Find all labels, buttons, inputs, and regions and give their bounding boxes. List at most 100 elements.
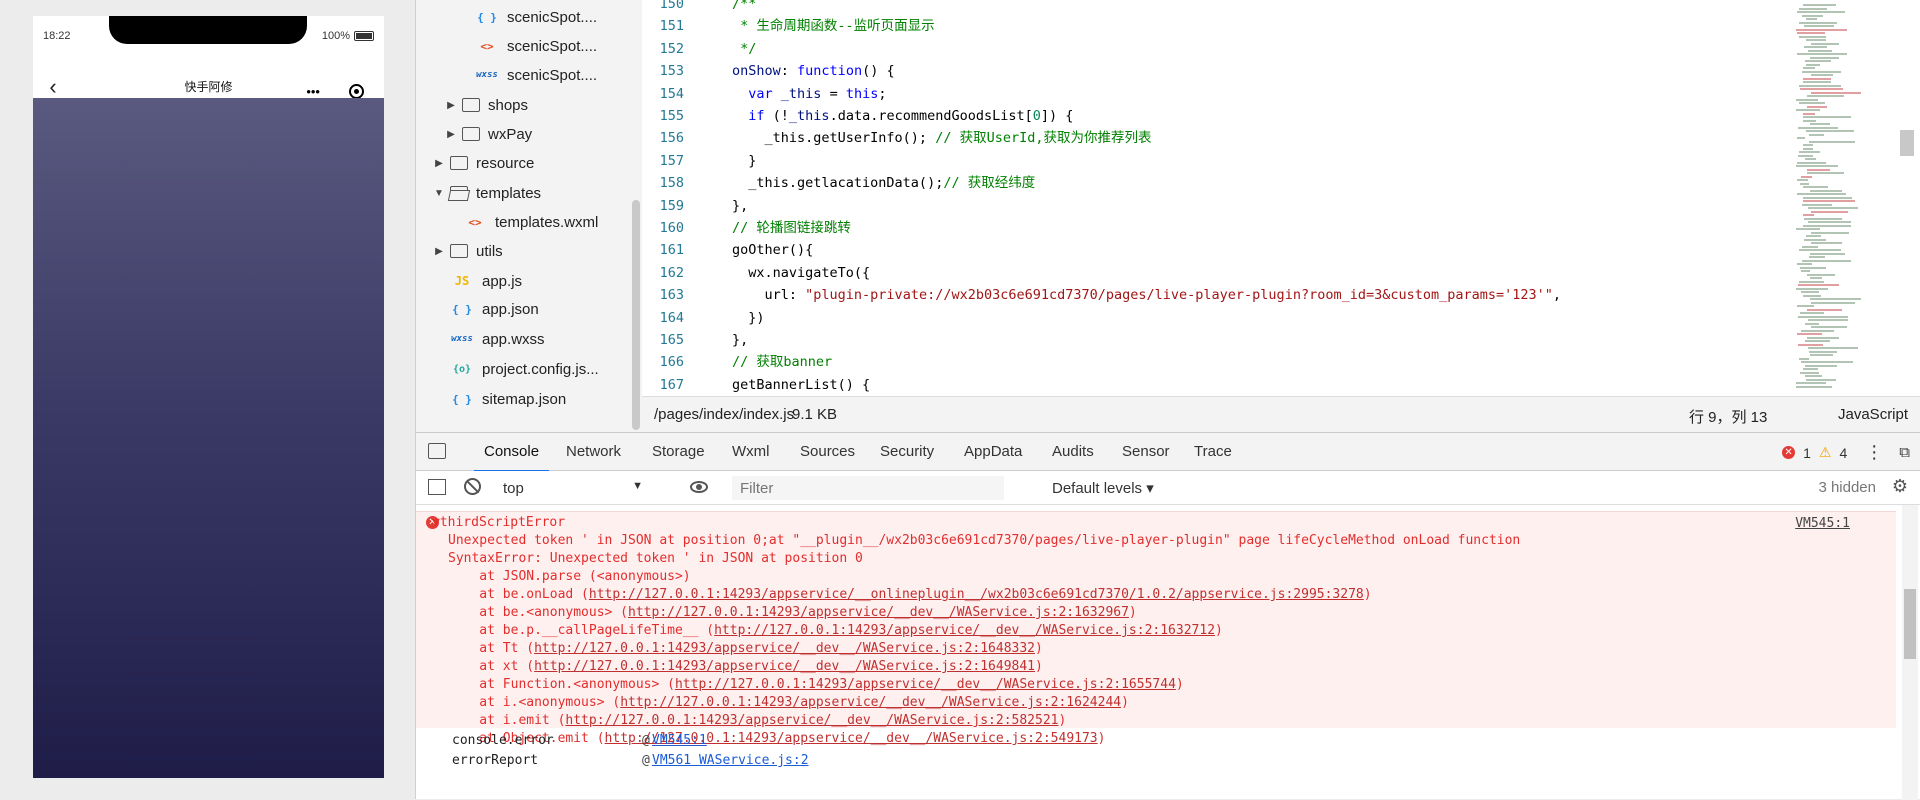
error-icon[interactable]: ✕ <box>1782 446 1796 459</box>
explorer-scrollbar[interactable] <box>632 200 640 430</box>
cursor-position[interactable]: 行 9，列 13 <box>1689 406 1767 427</box>
stack-frame: at be.<anonymous> (http://127.0.0.1:1429… <box>448 604 1136 622</box>
explorer-item-label: app.json <box>482 300 539 318</box>
explorer-item[interactable]: <> scenicSpot.... <box>473 33 597 59</box>
more-vertical-icon[interactable]: ⋮ <box>1865 442 1883 463</box>
explorer-item[interactable]: {o} project.config.js... <box>448 356 599 382</box>
context-select[interactable]: top ▼ <box>494 475 652 501</box>
console-filter-input[interactable] <box>732 476 1004 500</box>
explorer-item-label: scenicSpot.... <box>507 66 598 84</box>
sidebar-toggle-icon[interactable] <box>428 479 446 495</box>
minimap[interactable] <box>1782 0 1920 396</box>
editor-scrollbar[interactable] <box>1900 130 1914 156</box>
minimap-line <box>1800 266 1826 269</box>
code-text: }, <box>732 197 749 214</box>
chevron-right-icon[interactable]: ▶ <box>444 129 458 140</box>
trace-row: errorReport @ VM561 WAService.js:2 <box>452 751 809 771</box>
undock-icon[interactable]: ⧉ <box>1899 444 1910 461</box>
explorer-item[interactable]: { } scenicSpot.... <box>473 4 597 30</box>
explorer-item[interactable]: JS app.js <box>448 268 522 294</box>
stack-frame: at JSON.parse (<anonymous>) <box>448 568 690 586</box>
explorer-item[interactable]: ▶ utils <box>432 238 503 264</box>
code-editor[interactable]: 150 /** 151 * 生命周期函数--监听页面显示 152 */ 153 onSho… <box>642 0 1920 396</box>
minimap-line <box>1796 287 1828 290</box>
chevron-right-icon[interactable]: ▶ <box>444 100 458 111</box>
tab-storage[interactable]: Storage <box>652 443 705 460</box>
wxss-file-icon: wxss <box>451 334 473 344</box>
stack-frame-link[interactable]: http://127.0.0.1:14293/appservice/__onli… <box>589 587 1364 602</box>
minimap-line <box>1806 235 1821 237</box>
explorer-item[interactable]: { } sitemap.json <box>448 386 566 412</box>
tab-security[interactable]: Security <box>880 443 934 460</box>
stack-frame-text: at i.emit ( <box>448 713 566 728</box>
stack-frame-link[interactable]: http://127.0.0.1:14293/appservice/__dev_… <box>714 623 1215 638</box>
error-source-link[interactable]: VM545:1 <box>1795 516 1850 531</box>
console-scrollbar[interactable] <box>1902 505 1918 800</box>
tab-sources[interactable]: Sources <box>800 443 855 460</box>
minimap-line <box>1804 238 1826 241</box>
code-text: _this.getlacationData();// 获取经纬度 <box>732 175 1036 192</box>
stack-frame-text: at be.p.__callPageLifeTime__ ( <box>448 623 715 638</box>
tab-console[interactable]: Console <box>473 443 550 472</box>
stack-frame: at be.onLoad (http://127.0.0.1:14293/app… <box>448 586 1371 604</box>
line-number: 160 <box>659 220 684 236</box>
dropdown-arrow-icon: ▼ <box>632 480 643 492</box>
stack-frame-link[interactable]: http://127.0.0.1:14293/appservice/__dev_… <box>565 713 1058 728</box>
log-levels-dropdown[interactable]: Default levels ▾ <box>1052 479 1154 497</box>
stack-frame-suffix: ) <box>1035 659 1043 674</box>
chevron-right-icon[interactable]: ▶ <box>432 246 446 257</box>
minimap-line <box>1808 207 1858 209</box>
minimap-line <box>1807 273 1835 276</box>
stack-frame-text: at Tt ( <box>448 641 535 656</box>
eye-icon[interactable] <box>690 481 708 493</box>
line-number: 164 <box>659 309 684 326</box>
tab-appdata[interactable]: AppData <box>964 443 1022 460</box>
chevron-down-icon[interactable]: ▼ <box>432 188 446 199</box>
tab-sensor[interactable]: Sensor <box>1122 443 1170 460</box>
status-battery: 100% <box>322 30 374 42</box>
more-icon[interactable]: ••• <box>306 84 320 99</box>
stack-frame-link[interactable]: http://127.0.0.1:14293/appservice/__dev_… <box>628 605 1129 620</box>
language-mode[interactable]: JavaScript <box>1838 406 1908 423</box>
tab-trace[interactable]: Trace <box>1194 443 1232 460</box>
phone-notch <box>109 16 307 44</box>
stack-frame-link[interactable]: http://127.0.0.1:14293/appservice/__dev_… <box>534 659 1035 674</box>
chevron-right-icon[interactable]: ▶ <box>432 158 446 169</box>
explorer-item[interactable]: { } app.json <box>448 296 539 322</box>
minimap-line <box>1798 284 1839 286</box>
tab-network[interactable]: Network <box>566 443 621 460</box>
explorer-item[interactable]: ▶ resource <box>432 150 534 176</box>
trace-row: console.error @ VM545:1 <box>452 731 707 751</box>
minimap-line <box>1803 144 1813 146</box>
tab-wxml[interactable]: Wxml <box>732 443 770 460</box>
gear-icon[interactable]: ⚙ <box>1892 476 1908 497</box>
cfg-file-icon: {o} <box>452 363 472 375</box>
explorer-item[interactable]: wxss scenicSpot.... <box>473 62 597 88</box>
minimap-line <box>1806 18 1817 20</box>
warning-count[interactable]: 4 <box>1839 445 1847 461</box>
error-count[interactable]: 1 <box>1803 445 1811 461</box>
stack-frame-link[interactable]: http://127.0.0.1:14293/appservice/__dev_… <box>620 695 1121 710</box>
console-scroll-thumb[interactable] <box>1904 589 1916 659</box>
inspect-element-icon[interactable] <box>428 443 446 459</box>
warning-icon[interactable]: ⚠ <box>1819 444 1832 461</box>
explorer-item[interactable]: wxss app.wxss <box>448 326 544 352</box>
tab-audits[interactable]: Audits <box>1052 443 1094 460</box>
minimap-line <box>1810 123 1830 125</box>
explorer-item[interactable]: ▼ templates <box>432 180 541 206</box>
stack-frame-link[interactable]: http://127.0.0.1:14293/appservice/__dev_… <box>675 677 1176 692</box>
trace-link[interactable]: VM545:1 <box>652 731 707 751</box>
close-target-icon[interactable] <box>348 83 364 99</box>
minimap-line <box>1805 158 1816 160</box>
minimap-line <box>1805 340 1830 342</box>
clear-console-icon[interactable] <box>464 478 481 495</box>
explorer-item[interactable]: ▶ wxPay <box>444 121 532 147</box>
error-message: SyntaxError: Unexpected token ' in JSON … <box>448 551 863 566</box>
explorer-item[interactable]: ▶ shops <box>444 92 528 118</box>
stack-frame-link[interactable]: http://127.0.0.1:14293/appservice/__dev_… <box>534 641 1035 656</box>
explorer-item-label: utils <box>476 242 503 260</box>
explorer-item[interactable]: <> templates.wxml <box>461 209 598 235</box>
trace-link[interactable]: VM561 WAService.js:2 <box>652 751 809 771</box>
stack-frame: at i.<anonymous> (http://127.0.0.1:14293… <box>448 694 1129 712</box>
minimap-line <box>1799 249 1841 251</box>
